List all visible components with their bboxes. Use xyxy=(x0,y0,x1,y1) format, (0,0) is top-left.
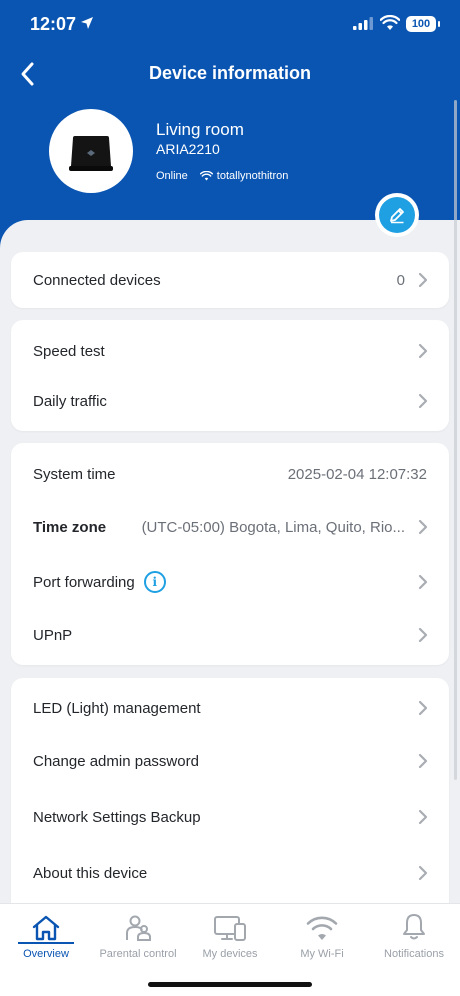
led-management-row[interactable]: LED (Light) management xyxy=(11,688,449,728)
info-icon[interactable]: i xyxy=(143,571,166,593)
chevron-right-icon xyxy=(418,809,428,825)
home-indicator xyxy=(148,982,312,987)
online-status: Online xyxy=(156,170,188,182)
page-title: Device information xyxy=(148,63,312,83)
ssid: totallynothitron xyxy=(199,170,289,182)
pencil-icon xyxy=(390,208,404,224)
bell-icon xyxy=(368,910,460,942)
chevron-right-icon xyxy=(418,627,428,643)
time-zone-value: (UTC-05:00) Bogota, Lima, Quito, Rio... xyxy=(141,518,405,536)
row-label: System time xyxy=(33,465,116,483)
port-forwarding-row[interactable]: Port forwarding i xyxy=(11,562,449,602)
chevron-right-icon xyxy=(418,393,428,409)
device-name: Living room xyxy=(156,120,244,139)
tab-notifications[interactable]: Notifications xyxy=(368,910,460,960)
row-label: LED (Light) management xyxy=(33,699,201,717)
traffic-card: Speed test Daily traffic xyxy=(11,320,449,431)
chevron-right-icon xyxy=(418,700,428,716)
parental-icon xyxy=(92,910,184,942)
chevron-right-icon xyxy=(418,343,428,359)
chevron-right-icon xyxy=(418,272,428,288)
tab-my-devices[interactable]: My devices xyxy=(184,910,276,960)
home-icon xyxy=(0,910,92,942)
devices-icon xyxy=(184,910,276,942)
row-label: About this device xyxy=(33,864,148,882)
device-model: ARIA2210 xyxy=(156,141,220,157)
row-label: Change admin password xyxy=(33,752,199,770)
device-status: Online totallynothitron xyxy=(156,170,288,182)
row-label: Connected devices xyxy=(33,271,161,289)
row-label: Port forwarding xyxy=(33,573,135,591)
system-time-row: System time 2025-02-04 12:07:32 xyxy=(11,454,449,494)
wifi-icon xyxy=(276,910,368,942)
time-zone-row[interactable]: Time zone (UTC-05:00) Bogota, Lima, Quit… xyxy=(11,507,449,547)
scrollbar[interactable] xyxy=(454,100,457,780)
wifi-icon xyxy=(199,171,213,181)
daily-traffic-row[interactable]: Daily traffic xyxy=(11,381,449,421)
connected-devices-card: Connected devices 0 xyxy=(11,252,449,308)
chevron-right-icon xyxy=(418,519,428,535)
tab-label: Notifications xyxy=(384,948,444,960)
tab-my-wifi[interactable]: My Wi-Fi xyxy=(276,910,368,960)
row-label: Daily traffic xyxy=(33,392,107,410)
edit-device-button[interactable] xyxy=(375,193,419,237)
navigation-bar: Device information xyxy=(0,55,460,95)
device-image xyxy=(49,109,133,193)
backup-row[interactable]: Network Settings Backup xyxy=(11,797,449,837)
status-time: 12:07 xyxy=(30,14,77,34)
connected-count: 0 xyxy=(396,271,405,289)
edit-button-face xyxy=(379,197,415,233)
chevron-right-icon xyxy=(418,865,428,881)
chevron-right-icon xyxy=(418,753,428,769)
battery-icon: 100 xyxy=(406,16,440,32)
change-password-row[interactable]: Change admin password xyxy=(11,741,449,781)
system-card: System time 2025-02-04 12:07:32 Time zon… xyxy=(11,443,449,665)
cellular-signal-icon xyxy=(353,17,373,30)
tab-label: My devices xyxy=(202,948,258,960)
row-label: UPnP xyxy=(33,626,73,644)
ssid-label: totallynothitron xyxy=(216,170,289,182)
router-icon xyxy=(69,136,113,171)
port-forwarding-label-group: Port forwarding i xyxy=(33,571,166,593)
tab-label: My Wi-Fi xyxy=(300,948,344,960)
management-card: LED (Light) management Change admin pass… xyxy=(11,678,449,918)
status-bar: 12:07 100 xyxy=(0,0,460,50)
upnp-row[interactable]: UPnP xyxy=(11,615,449,655)
wifi-status-icon xyxy=(380,15,400,30)
system-time-value: 2025-02-04 12:07:32 xyxy=(287,465,427,483)
chevron-right-icon xyxy=(418,574,428,590)
tab-overview[interactable]: Overview xyxy=(0,910,92,960)
connected-devices-row[interactable]: Connected devices 0 xyxy=(11,260,449,300)
tab-label: Parental control xyxy=(99,948,177,960)
row-label: Network Settings Backup xyxy=(33,808,201,826)
speed-test-row[interactable]: Speed test xyxy=(11,331,449,371)
row-label: Time zone xyxy=(33,518,107,536)
tab-label: Overview xyxy=(23,948,69,960)
about-device-row[interactable]: About this device xyxy=(11,853,449,893)
row-label: Speed test xyxy=(33,342,105,360)
location-icon xyxy=(81,17,93,29)
tab-parental-control[interactable]: Parental control xyxy=(92,910,184,960)
